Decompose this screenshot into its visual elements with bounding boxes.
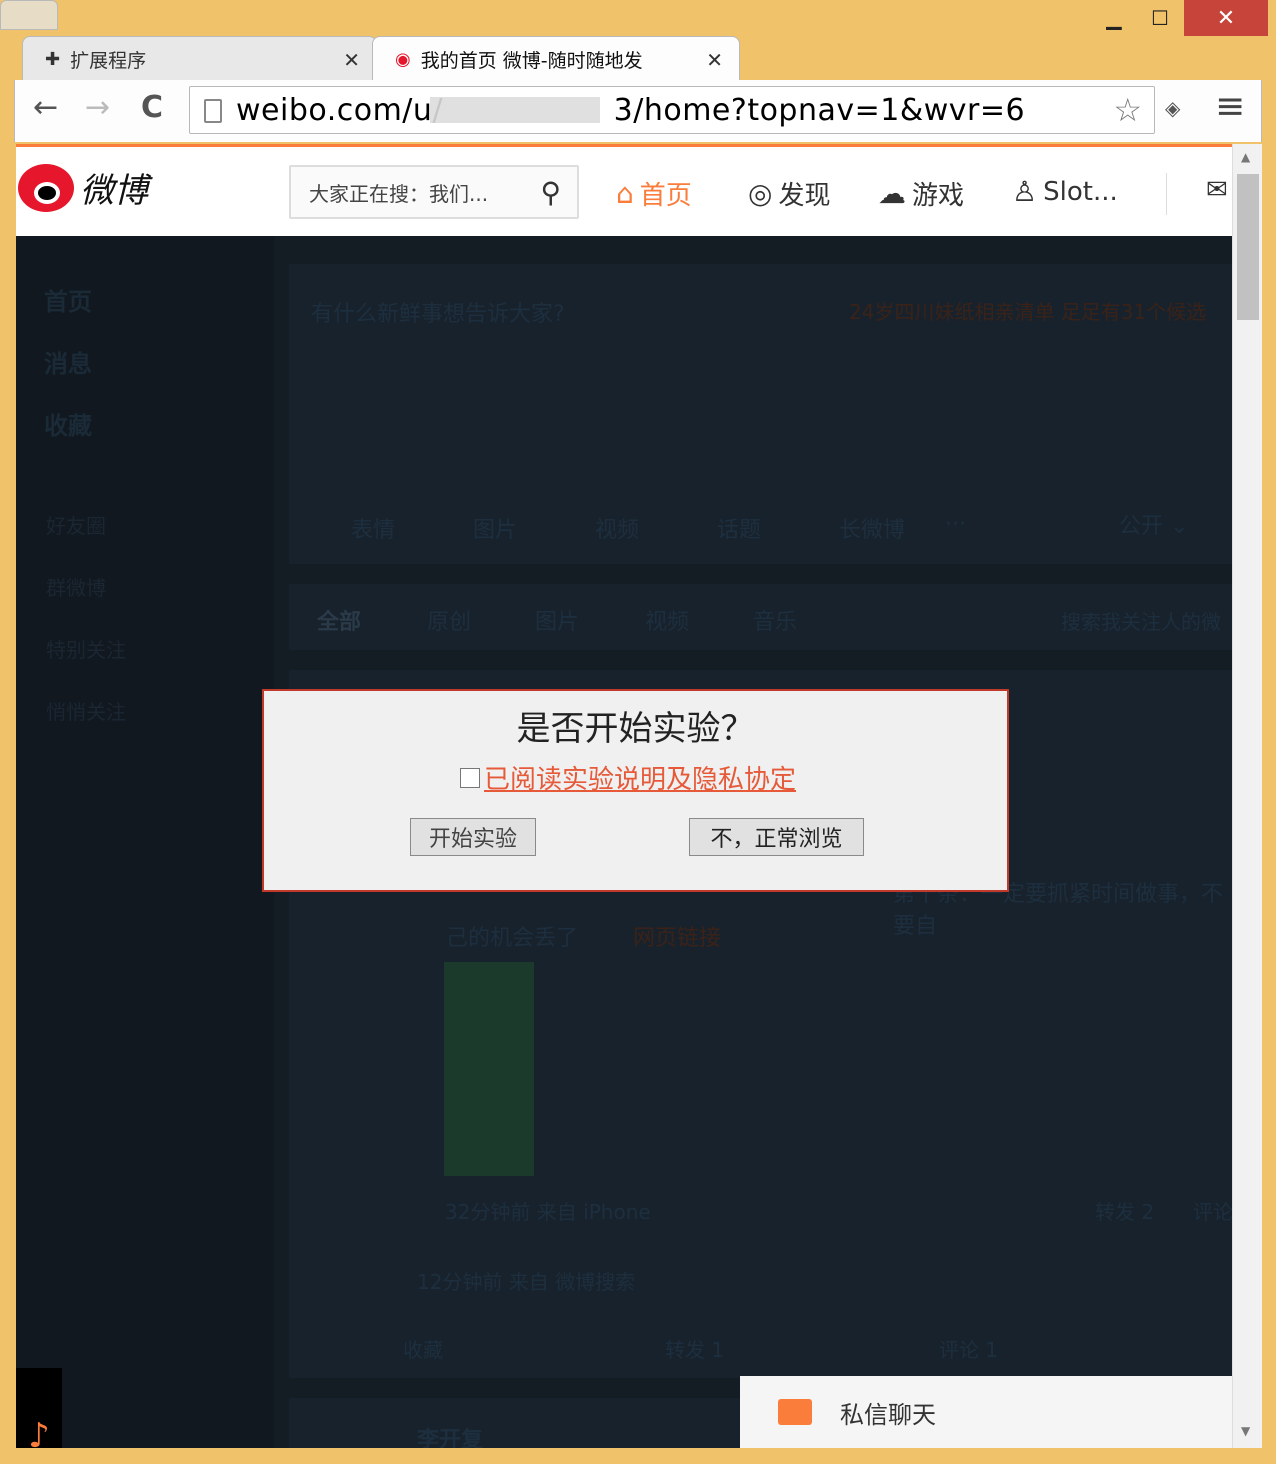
- visibility-select[interactable]: 公开 ⌄: [1119, 508, 1188, 540]
- next-post-user[interactable]: 李开复: [417, 1422, 483, 1448]
- post-snippet-2: 己的机会丢了: [446, 926, 579, 951]
- close-window-button[interactable]: ✕: [1184, 0, 1268, 36]
- sidebar-item-favorites[interactable]: 收藏: [44, 406, 92, 441]
- nav-home[interactable]: ⌂ 首页: [616, 175, 692, 212]
- nav-label: Slot...: [1043, 176, 1118, 207]
- back-arrow-icon[interactable]: ←: [33, 90, 58, 125]
- filter-videos[interactable]: 视频: [645, 604, 689, 636]
- sidebar-group-special[interactable]: 特别关注: [46, 634, 126, 663]
- privacy-agreement-link[interactable]: 已阅读实验说明及隐私协定: [484, 759, 796, 796]
- tab-close-button[interactable]: ✕: [706, 48, 723, 72]
- tool-long-post[interactable]: 长微博: [839, 512, 905, 544]
- filter-original[interactable]: 原创: [427, 604, 471, 636]
- scroll-up-arrow-icon[interactable]: ▲: [1241, 150, 1250, 164]
- start-experiment-button[interactable]: 开始实验: [410, 818, 536, 856]
- sidebar-item-home[interactable]: 首页: [44, 282, 92, 317]
- scrollbar-thumb[interactable]: [1237, 174, 1259, 320]
- tool-topic[interactable]: 话题: [717, 512, 761, 544]
- tab-close-button[interactable]: ✕: [343, 48, 360, 72]
- redacted-segment: [430, 97, 600, 123]
- agreement-row: 已阅读实验说明及隐私协定: [460, 759, 796, 796]
- weibo-favicon-icon: ◉: [395, 49, 411, 70]
- sidebar-group-quiet[interactable]: 悄悄关注: [46, 696, 126, 725]
- filter-all[interactable]: 全部: [317, 604, 361, 636]
- action-favorite[interactable]: 收藏: [403, 1334, 443, 1363]
- new-tab-button[interactable]: [0, 0, 58, 30]
- puzzle-icon: ✚: [45, 49, 61, 70]
- post-meta-2: 12分钟前 来自 微博搜索: [417, 1270, 636, 1294]
- tab-title: 我的首页 微博-随时随地发: [420, 50, 643, 72]
- weibo-logo[interactable]: 微博: [18, 163, 148, 212]
- minimize-button[interactable]: ▁: [1092, 0, 1136, 36]
- web-link[interactable]: 网页链接: [633, 920, 721, 952]
- experiment-dialog: 是否开始实验？ 已阅读实验说明及隐私协定 开始实验 不，正常浏览: [262, 689, 1009, 892]
- tab-weibo[interactable]: ◉ 我的首页 微博-随时随地发 ✕: [372, 36, 740, 82]
- gamepad-icon: ☁: [878, 177, 906, 210]
- comment-link-1[interactable]: 评论: [1193, 1196, 1232, 1225]
- dialog-title: 是否开始实验？: [516, 709, 755, 749]
- chat-label: 私信聊天: [840, 1400, 936, 1429]
- sidebar-group-groups[interactable]: 群微博: [46, 572, 106, 601]
- nav-label: 发现: [778, 181, 831, 211]
- hot-topic-link[interactable]: 24岁四川妹纸相亲清单 足足有31个候选: [849, 296, 1206, 325]
- nav-user[interactable]: ♙ Slot...: [1012, 175, 1118, 208]
- nav-label: 游戏: [912, 181, 965, 211]
- tab-title: 扩展程序: [70, 50, 147, 72]
- extension-icon[interactable]: ◈: [1165, 96, 1180, 120]
- forward-arrow-icon[interactable]: →: [85, 90, 110, 125]
- page-icon: [204, 99, 222, 123]
- action-comment[interactable]: 评论 1: [939, 1334, 998, 1363]
- agreement-checkbox[interactable]: [460, 767, 480, 788]
- composer-panel: 有什么新鲜事想告诉大家? 24岁四川妹纸相亲清单 足足有31个候选 表情 图片 …: [289, 264, 1232, 564]
- tool-image[interactable]: 图片: [473, 512, 517, 544]
- weibo-topbar: 微博 大家正在搜：我们... ⚲ ⌂ 首页 ◎ 发现 ☁ 游戏 ♙ Slot... ✉: [16, 144, 1232, 236]
- address-bar[interactable]: weibo.com/u/ 3/home?topnav=1&wvr=6 ☆: [189, 86, 1155, 134]
- feed-search-input[interactable]: 搜索我关注人的微: [1061, 606, 1221, 635]
- home-icon: ⌂: [616, 177, 634, 210]
- private-chat-bar[interactable]: 私信聊天: [740, 1376, 1232, 1448]
- left-sidebar: 首页 消息 收藏 好友圈 群微博 特别关注 悄悄关注 ♪: [16, 236, 274, 1448]
- decline-button[interactable]: 不，正常浏览: [689, 818, 864, 856]
- sidebar-group-friends[interactable]: 好友圈: [46, 510, 106, 539]
- music-note-icon[interactable]: ♪: [16, 1368, 62, 1448]
- action-repost[interactable]: 转发 1: [665, 1334, 724, 1363]
- logo-text: 微博: [80, 171, 148, 211]
- filter-images[interactable]: 图片: [535, 604, 579, 636]
- search-input[interactable]: 大家正在搜：我们... ⚲: [289, 165, 579, 219]
- browser-toolbar: ← → C weibo.com/u/ 3/home?topnav=1&wvr=6…: [14, 80, 1262, 142]
- post-image[interactable]: [444, 962, 534, 1176]
- search-icon[interactable]: ⚲: [540, 176, 561, 209]
- maximize-button[interactable]: ☐: [1138, 0, 1182, 36]
- reload-icon[interactable]: C: [141, 90, 163, 125]
- post-meta-1: 32分钟前 来自 iPhone: [445, 1200, 651, 1224]
- tab-extensions[interactable]: ✚ 扩展程序 ✕: [22, 36, 377, 82]
- scroll-down-arrow-icon[interactable]: ▼: [1241, 1424, 1250, 1438]
- menu-icon[interactable]: ≡: [1215, 86, 1245, 127]
- weibo-eye-icon: [18, 163, 74, 212]
- search-placeholder: 大家正在搜：我们...: [309, 181, 489, 206]
- bookmark-star-icon[interactable]: ☆: [1113, 91, 1142, 129]
- sidebar-item-messages[interactable]: 消息: [44, 344, 92, 379]
- nav-discover[interactable]: ◎ 发现: [748, 175, 830, 212]
- nav-game[interactable]: ☁ 游戏: [878, 175, 964, 212]
- envelope-icon: [778, 1399, 812, 1425]
- nav-label: 首页: [639, 181, 692, 211]
- filter-music[interactable]: 音乐: [753, 604, 797, 636]
- nav-divider: [1166, 173, 1167, 215]
- composer-prompt: 有什么新鲜事想告诉大家?: [311, 302, 565, 327]
- vertical-scrollbar[interactable]: ▲ ▼: [1232, 144, 1262, 1448]
- tool-emoji[interactable]: 表情: [351, 512, 395, 544]
- feed-filter-bar: 全部 原创 图片 视频 音乐 搜索我关注人的微: [289, 584, 1232, 650]
- compass-icon: ◎: [748, 177, 773, 210]
- mail-icon[interactable]: ✉: [1206, 175, 1228, 205]
- tool-video[interactable]: 视频: [595, 512, 639, 544]
- tool-more[interactable]: ···: [945, 512, 966, 537]
- repost-count-1[interactable]: 转发 2: [1095, 1196, 1154, 1225]
- url-text: weibo.com/u/ 3/home?topnav=1&wvr=6: [236, 92, 1026, 128]
- user-icon: ♙: [1012, 175, 1038, 208]
